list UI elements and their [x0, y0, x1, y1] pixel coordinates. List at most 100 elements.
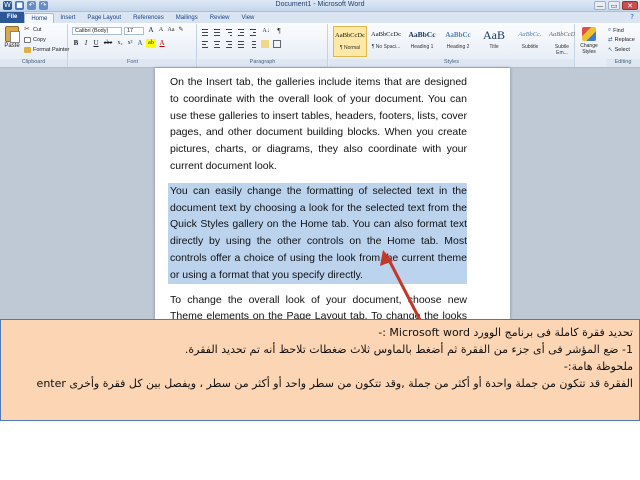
style-heading-1[interactable]: AaBbCc Heading 1: [405, 26, 439, 57]
style-normal[interactable]: AaBbCcDc ¶ Normal: [333, 26, 367, 57]
font-name-select[interactable]: Calibri (Body): [72, 27, 122, 35]
sort-icon[interactable]: A↓: [261, 27, 271, 36]
format-painter-label: Format Painter: [33, 47, 70, 53]
caption-line-1: تحديد فقرة كاملة فى برنامج الوورد Micros…: [378, 326, 633, 339]
style-sample: AaBbCc.: [518, 31, 542, 38]
document-page[interactable]: On the Insert tab, the galleries include…: [155, 68, 510, 339]
decrease-indent-icon[interactable]: [237, 28, 245, 36]
style-sample: AaB: [483, 28, 505, 42]
ribbon-tabs: File Home Insert Page Layout References …: [0, 12, 640, 23]
clipboard-group: Paste ✂ Cut Copy Format Painter Clipboar…: [0, 24, 69, 67]
paragraph-1[interactable]: On the Insert tab, the galleries include…: [170, 74, 467, 175]
style-subtitle[interactable]: AaBbCc. Subtitle: [513, 26, 547, 57]
maximize-button[interactable]: ▭: [608, 1, 620, 10]
shrink-font-icon[interactable]: A: [157, 26, 165, 35]
style-name: Subtle Em...: [554, 44, 570, 56]
copy-button[interactable]: Copy: [24, 37, 46, 43]
copy-label: Copy: [33, 37, 46, 43]
replace-button[interactable]: ⇄ Replace: [608, 37, 635, 43]
select-label: Select: [614, 47, 630, 53]
tab-references[interactable]: References: [127, 13, 170, 23]
paragraph-row1: A↓ ¶: [201, 27, 283, 36]
align-left-icon[interactable]: [201, 40, 209, 48]
find-label: Find: [613, 27, 624, 34]
tab-file[interactable]: File: [0, 12, 25, 23]
document-workspace[interactable]: On the Insert tab, the galleries include…: [0, 68, 640, 339]
font-group-label: Font: [69, 59, 196, 67]
find-button[interactable]: ⌕ Find: [608, 27, 624, 34]
line-spacing-icon[interactable]: [249, 40, 257, 48]
text-effects-icon[interactable]: A: [136, 39, 144, 48]
strikethrough-icon[interactable]: abe: [102, 39, 114, 48]
shading-icon[interactable]: [261, 40, 269, 48]
paste-button[interactable]: Paste: [2, 26, 22, 58]
superscript-icon[interactable]: x²: [126, 39, 134, 48]
replace-icon: ⇄: [608, 37, 613, 43]
paintbrush-icon: [24, 47, 31, 53]
style-no-spacing[interactable]: AaBbCcDc ¶ No Spaci...: [369, 26, 403, 57]
format-painter-button[interactable]: Format Painter: [24, 47, 69, 53]
align-center-icon[interactable]: [213, 40, 221, 48]
highlight-icon[interactable]: ab: [146, 39, 156, 48]
clear-formatting-icon[interactable]: ✎: [177, 26, 185, 35]
copy-icon: [24, 37, 31, 43]
style-name: Heading 1: [410, 44, 434, 50]
select-button[interactable]: ↖ Select: [608, 47, 630, 53]
cursor-icon: ↖: [608, 47, 613, 53]
change-styles-label: Change Styles: [580, 43, 598, 55]
binoculars-icon: ⌕: [608, 27, 612, 33]
change-case-icon[interactable]: Aa: [167, 26, 175, 35]
numbering-icon[interactable]: [213, 28, 221, 36]
window-title: Document1 - Microsoft Word: [275, 1, 365, 8]
style-title[interactable]: AaB Title: [477, 26, 511, 57]
increase-indent-icon[interactable]: [249, 28, 257, 36]
grow-font-icon[interactable]: A: [147, 26, 155, 35]
caption-line-3: ملحوظة هامة:-: [563, 360, 633, 373]
tab-insert[interactable]: Insert: [54, 13, 81, 23]
multilevel-list-icon[interactable]: [225, 28, 233, 36]
style-sample: AaBbCc: [408, 30, 436, 39]
tab-mailings[interactable]: Mailings: [170, 13, 204, 23]
font-color-icon[interactable]: A: [158, 39, 166, 48]
style-sample: AaBbCc: [445, 31, 471, 39]
document-body[interactable]: On the Insert tab, the galleries include…: [168, 74, 467, 350]
tab-page-layout[interactable]: Page Layout: [81, 13, 127, 23]
clipboard-group-label: Clipboard: [0, 59, 67, 67]
minimize-button[interactable]: —: [594, 1, 606, 10]
cut-label: Cut: [33, 27, 42, 33]
italic-icon[interactable]: I: [82, 39, 90, 48]
style-sample: AaBbCcDc: [335, 32, 365, 39]
tab-view[interactable]: View: [235, 13, 260, 23]
close-button[interactable]: ✕: [622, 1, 638, 10]
style-name: ¶ Normal: [339, 45, 361, 51]
align-right-icon[interactable]: [225, 40, 233, 48]
caption-line-4: الفقرة قد تتكون من جملة واحدة أو أكثر من…: [36, 377, 633, 390]
style-name: Subtitle: [521, 44, 539, 50]
bullets-icon[interactable]: [201, 28, 209, 36]
caption-text: تحديد فقرة كاملة فى برنامج الوورد Micros…: [7, 324, 633, 392]
font-size-select[interactable]: 17: [124, 27, 144, 35]
subscript-icon[interactable]: x₂: [116, 39, 124, 48]
replace-label: Replace: [614, 37, 635, 43]
pilcrow-icon[interactable]: ¶: [275, 27, 283, 36]
paragraph-2-selected[interactable]: You can easily change the formatting of …: [168, 182, 467, 284]
underline-icon[interactable]: U: [92, 39, 100, 48]
tab-review[interactable]: Review: [204, 13, 236, 23]
scissors-icon: ✂: [24, 26, 30, 33]
style-name: Title: [489, 44, 499, 50]
borders-icon[interactable]: [273, 40, 281, 48]
ribbon: Paste ✂ Cut Copy Format Painter Clipboar…: [0, 23, 640, 68]
styles-group: AaBbCcDc ¶ Normal AaBbCcDc ¶ No Spaci...…: [329, 24, 575, 67]
tab-home[interactable]: Home: [24, 13, 55, 23]
style-subtle-emphasis[interactable]: AaBbCcDc Subtle Em...: [549, 26, 575, 57]
change-styles-icon: [582, 27, 596, 41]
cut-button[interactable]: ✂ Cut: [24, 26, 42, 33]
bold-icon[interactable]: B: [72, 39, 80, 48]
style-heading-2[interactable]: AaBbCc Heading 2: [441, 26, 475, 57]
font-format-tools: B I U abe x₂ x² A ab A: [72, 39, 166, 48]
justify-icon[interactable]: [237, 40, 245, 48]
change-styles-button[interactable]: Change Styles: [578, 27, 600, 55]
caption-box: تحديد فقرة كاملة فى برنامج الوورد Micros…: [0, 319, 640, 421]
help-icon[interactable]: ?: [630, 13, 634, 21]
window-controls: — ▭ ✕: [594, 1, 638, 10]
